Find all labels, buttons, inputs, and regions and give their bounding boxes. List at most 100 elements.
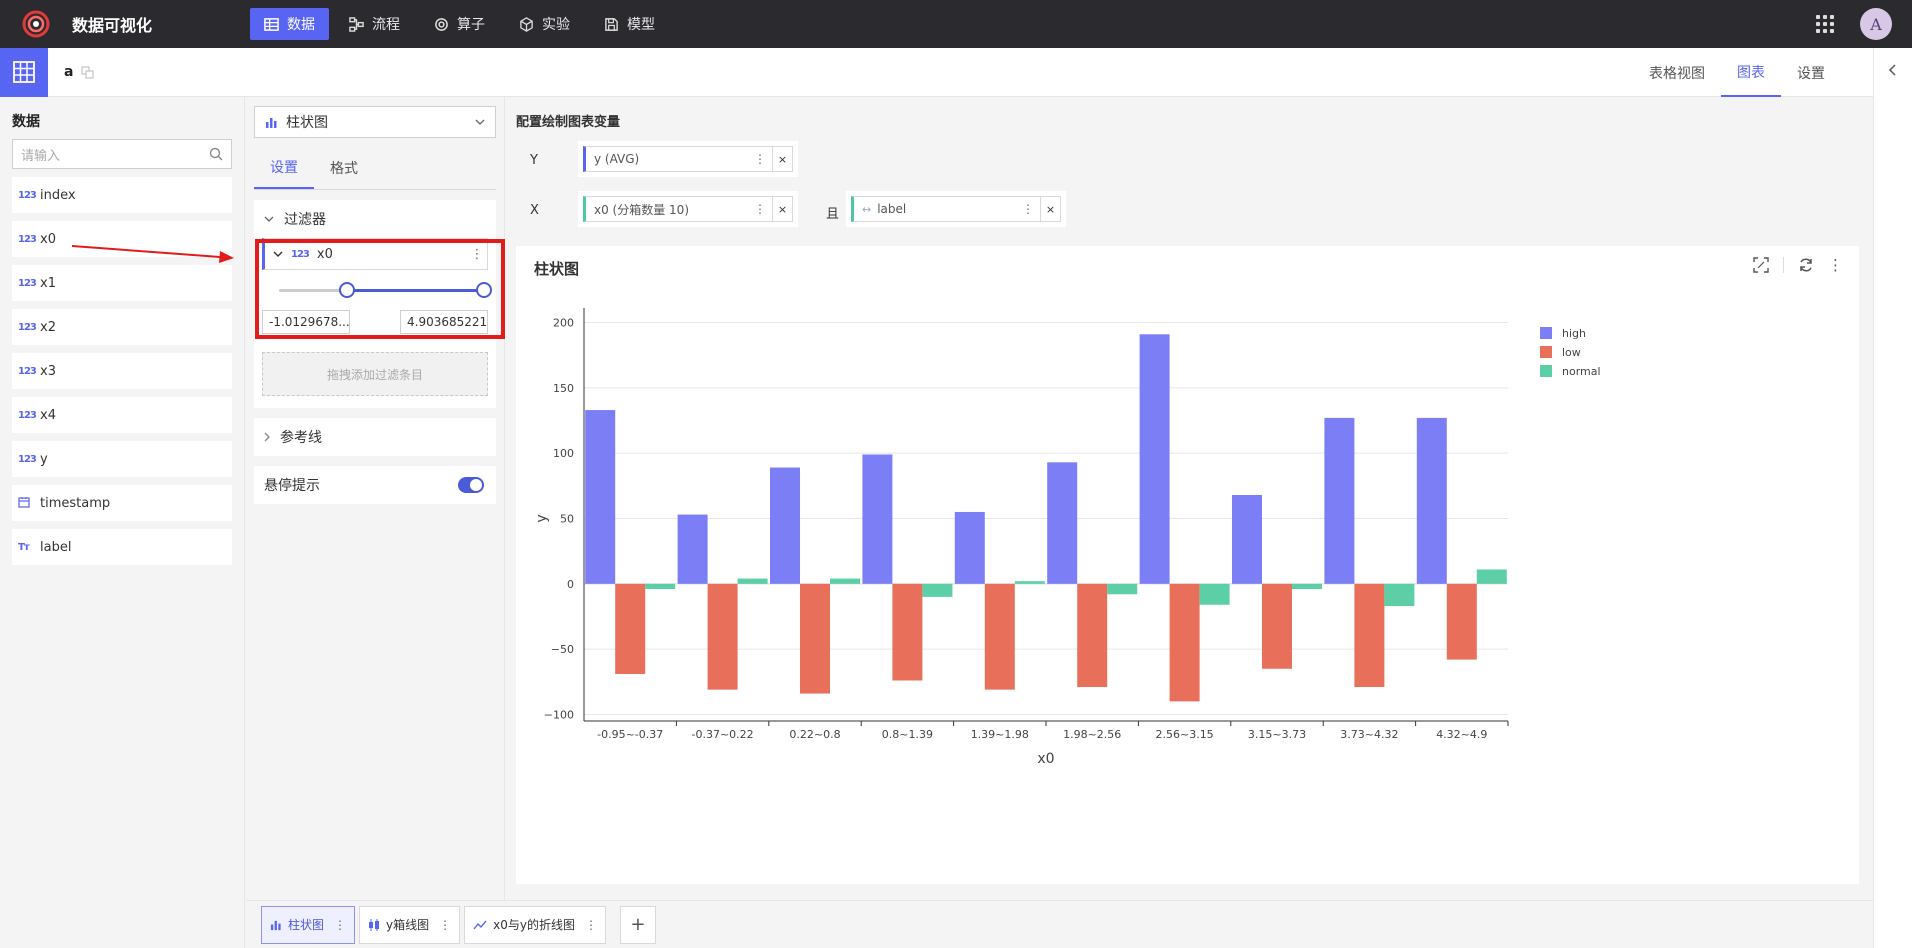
more-options-icon[interactable]: ⋮ bbox=[754, 152, 766, 166]
table-icon bbox=[264, 17, 279, 31]
x-tick-label: 0.8~1.39 bbox=[882, 728, 933, 741]
chart-card: 柱状图 ⋮ 200 150 100 50 0 −50 −100 -0.95~-0.37 -0.3… bbox=[516, 246, 1859, 884]
nav-flow[interactable]: 流程 bbox=[335, 8, 414, 40]
chart-type-label: 柱状图 bbox=[286, 115, 328, 131]
annotation-highlight bbox=[255, 239, 505, 339]
nav-model[interactable]: 模型 bbox=[590, 8, 669, 40]
avatar[interactable]: A bbox=[1860, 8, 1892, 40]
x-slot-label: X bbox=[530, 203, 539, 218]
x-field-pill[interactable]: x0 (分箱数量 10) ⋮ × bbox=[583, 196, 793, 222]
tab-settings-panel[interactable]: 设置 bbox=[254, 146, 314, 189]
data-panel-title: 数据 bbox=[12, 114, 40, 130]
remove-x-field-button[interactable]: × bbox=[772, 196, 792, 222]
app-title: 数据可视化 bbox=[72, 16, 153, 35]
y-slot-label: Y bbox=[530, 153, 538, 168]
y-tick-label: 100 bbox=[553, 447, 574, 460]
nav-operator[interactable]: 算子 bbox=[420, 8, 499, 40]
more-options-icon[interactable]: ⋮ bbox=[334, 918, 346, 932]
variable-index[interactable]: 123 index bbox=[12, 177, 232, 213]
add-chart-button[interactable]: + bbox=[619, 905, 656, 944]
chart-tab-label: 柱状图 bbox=[288, 918, 325, 932]
collapse-panel[interactable] bbox=[1873, 48, 1912, 948]
remove-y-field-button[interactable]: × bbox=[772, 146, 792, 172]
nav-experiment[interactable]: 实验 bbox=[505, 8, 584, 40]
bar-low bbox=[1446, 583, 1477, 660]
flow-icon bbox=[349, 16, 364, 32]
tooltip-toggle[interactable] bbox=[458, 477, 484, 493]
apps-grid-icon[interactable] bbox=[1816, 15, 1834, 33]
variable-name: x3 bbox=[40, 363, 56, 379]
top-bar: 数据可视化 数据 流程 算子 实验 模型 A bbox=[0, 0, 1912, 48]
tab-format[interactable]: 格式 bbox=[314, 146, 374, 189]
copy-icon[interactable] bbox=[81, 66, 94, 79]
reference-line-title: 参考线 bbox=[280, 430, 322, 446]
chevron-down-icon bbox=[475, 119, 485, 125]
view-tabs: 表格视图 图表 设置 bbox=[1633, 48, 1841, 97]
top-right-tools: A bbox=[1816, 8, 1892, 40]
nav-data[interactable]: 数据 bbox=[250, 8, 329, 40]
boxplot-icon bbox=[369, 918, 380, 931]
bar-normal bbox=[830, 578, 860, 584]
y-field-pill[interactable]: y (AVG) ⋮ × bbox=[583, 146, 793, 172]
more-options-icon[interactable]: ⋮ bbox=[439, 918, 451, 932]
numeric-type-icon: 123 bbox=[18, 277, 37, 289]
reference-line-section: 参考线 bbox=[254, 418, 496, 456]
x-tick-label: -0.37~0.22 bbox=[692, 728, 754, 741]
chevron-left-icon[interactable] bbox=[1888, 64, 1898, 76]
bar-low bbox=[800, 583, 830, 694]
more-options-icon[interactable]: ⋮ bbox=[585, 918, 597, 932]
nav-operator-label: 算子 bbox=[457, 17, 485, 33]
tab-table-view[interactable]: 表格视图 bbox=[1633, 48, 1721, 97]
variable-x1[interactable]: 123 x1 bbox=[12, 265, 232, 301]
reference-line-header[interactable]: 参考线 bbox=[254, 418, 496, 456]
x-tick-label: 1.39~1.98 bbox=[971, 728, 1029, 741]
bar-low bbox=[984, 583, 1015, 690]
variable-name: x0 bbox=[40, 231, 56, 247]
variable-y[interactable]: 123 y bbox=[12, 441, 232, 477]
variable-label[interactable]: Tт label bbox=[12, 529, 232, 565]
nav-data-label: 数据 bbox=[287, 17, 315, 33]
y-tick-label: −100 bbox=[544, 708, 574, 721]
chart-tab-line[interactable]: x0与y的折线图 ⋮ bbox=[464, 905, 606, 944]
x-tick-label: 2.56~3.15 bbox=[1155, 728, 1213, 741]
app-logo[interactable] bbox=[18, 6, 54, 42]
dataset-name: a bbox=[64, 64, 74, 80]
variable-x4[interactable]: 123 x4 bbox=[12, 397, 232, 433]
bar-low bbox=[1077, 583, 1108, 688]
chart-tab-label: x0与y的折线图 bbox=[493, 918, 575, 932]
more-options-icon[interactable]: ⋮ bbox=[754, 202, 766, 216]
y-tick-label: 200 bbox=[553, 317, 574, 330]
search-input[interactable]: 请输入 bbox=[12, 139, 232, 169]
remove-color-field-button[interactable]: × bbox=[1040, 196, 1060, 222]
x-tick-label: 3.73~4.32 bbox=[1340, 728, 1398, 741]
x-tick-label: 1.98~2.56 bbox=[1063, 728, 1121, 741]
y-tick-label: 150 bbox=[553, 382, 574, 395]
y-tick-label: −50 bbox=[551, 643, 574, 656]
bar-high bbox=[1324, 417, 1355, 584]
color-field-pill[interactable]: ↔ label ⋮ × bbox=[851, 196, 1061, 222]
tooltip-row: 悬停提示 bbox=[254, 466, 496, 504]
x-tick-label: 4.32~4.9 bbox=[1436, 728, 1487, 741]
filter-drop-zone[interactable]: 拖拽添加过滤条目 bbox=[262, 352, 488, 396]
variable-timestamp[interactable]: timestamp bbox=[12, 485, 232, 521]
variable-name: x4 bbox=[40, 407, 56, 423]
filter-section-header[interactable]: 过滤器 bbox=[254, 200, 496, 238]
x-axis-label: x0 bbox=[1037, 751, 1054, 767]
tab-chart[interactable]: 图表 bbox=[1721, 48, 1781, 97]
more-options-icon[interactable]: ⋮ bbox=[1022, 202, 1034, 216]
color-slot: ↔ label ⋮ × bbox=[846, 191, 1066, 227]
config-title: 配置绘制图表变量 bbox=[516, 115, 621, 130]
chart-tab-boxplot[interactable]: y箱线图 ⋮ bbox=[359, 905, 461, 944]
variable-x2[interactable]: 123 x2 bbox=[12, 309, 232, 345]
bar-low bbox=[1354, 583, 1385, 688]
y-field-name: y (AVG) bbox=[594, 152, 640, 166]
bar-normal bbox=[1014, 581, 1045, 584]
tab-settings[interactable]: 设置 bbox=[1781, 48, 1841, 97]
variable-x3[interactable]: 123 x3 bbox=[12, 353, 232, 389]
chart-tab-bar[interactable]: 柱状图 ⋮ bbox=[261, 905, 356, 944]
bar-low bbox=[892, 583, 923, 681]
chart-type-select[interactable]: 柱状图 bbox=[254, 106, 496, 138]
bar-high bbox=[770, 467, 800, 584]
line-chart-icon bbox=[473, 920, 487, 929]
y-slot: y (AVG) ⋮ × bbox=[578, 141, 798, 177]
